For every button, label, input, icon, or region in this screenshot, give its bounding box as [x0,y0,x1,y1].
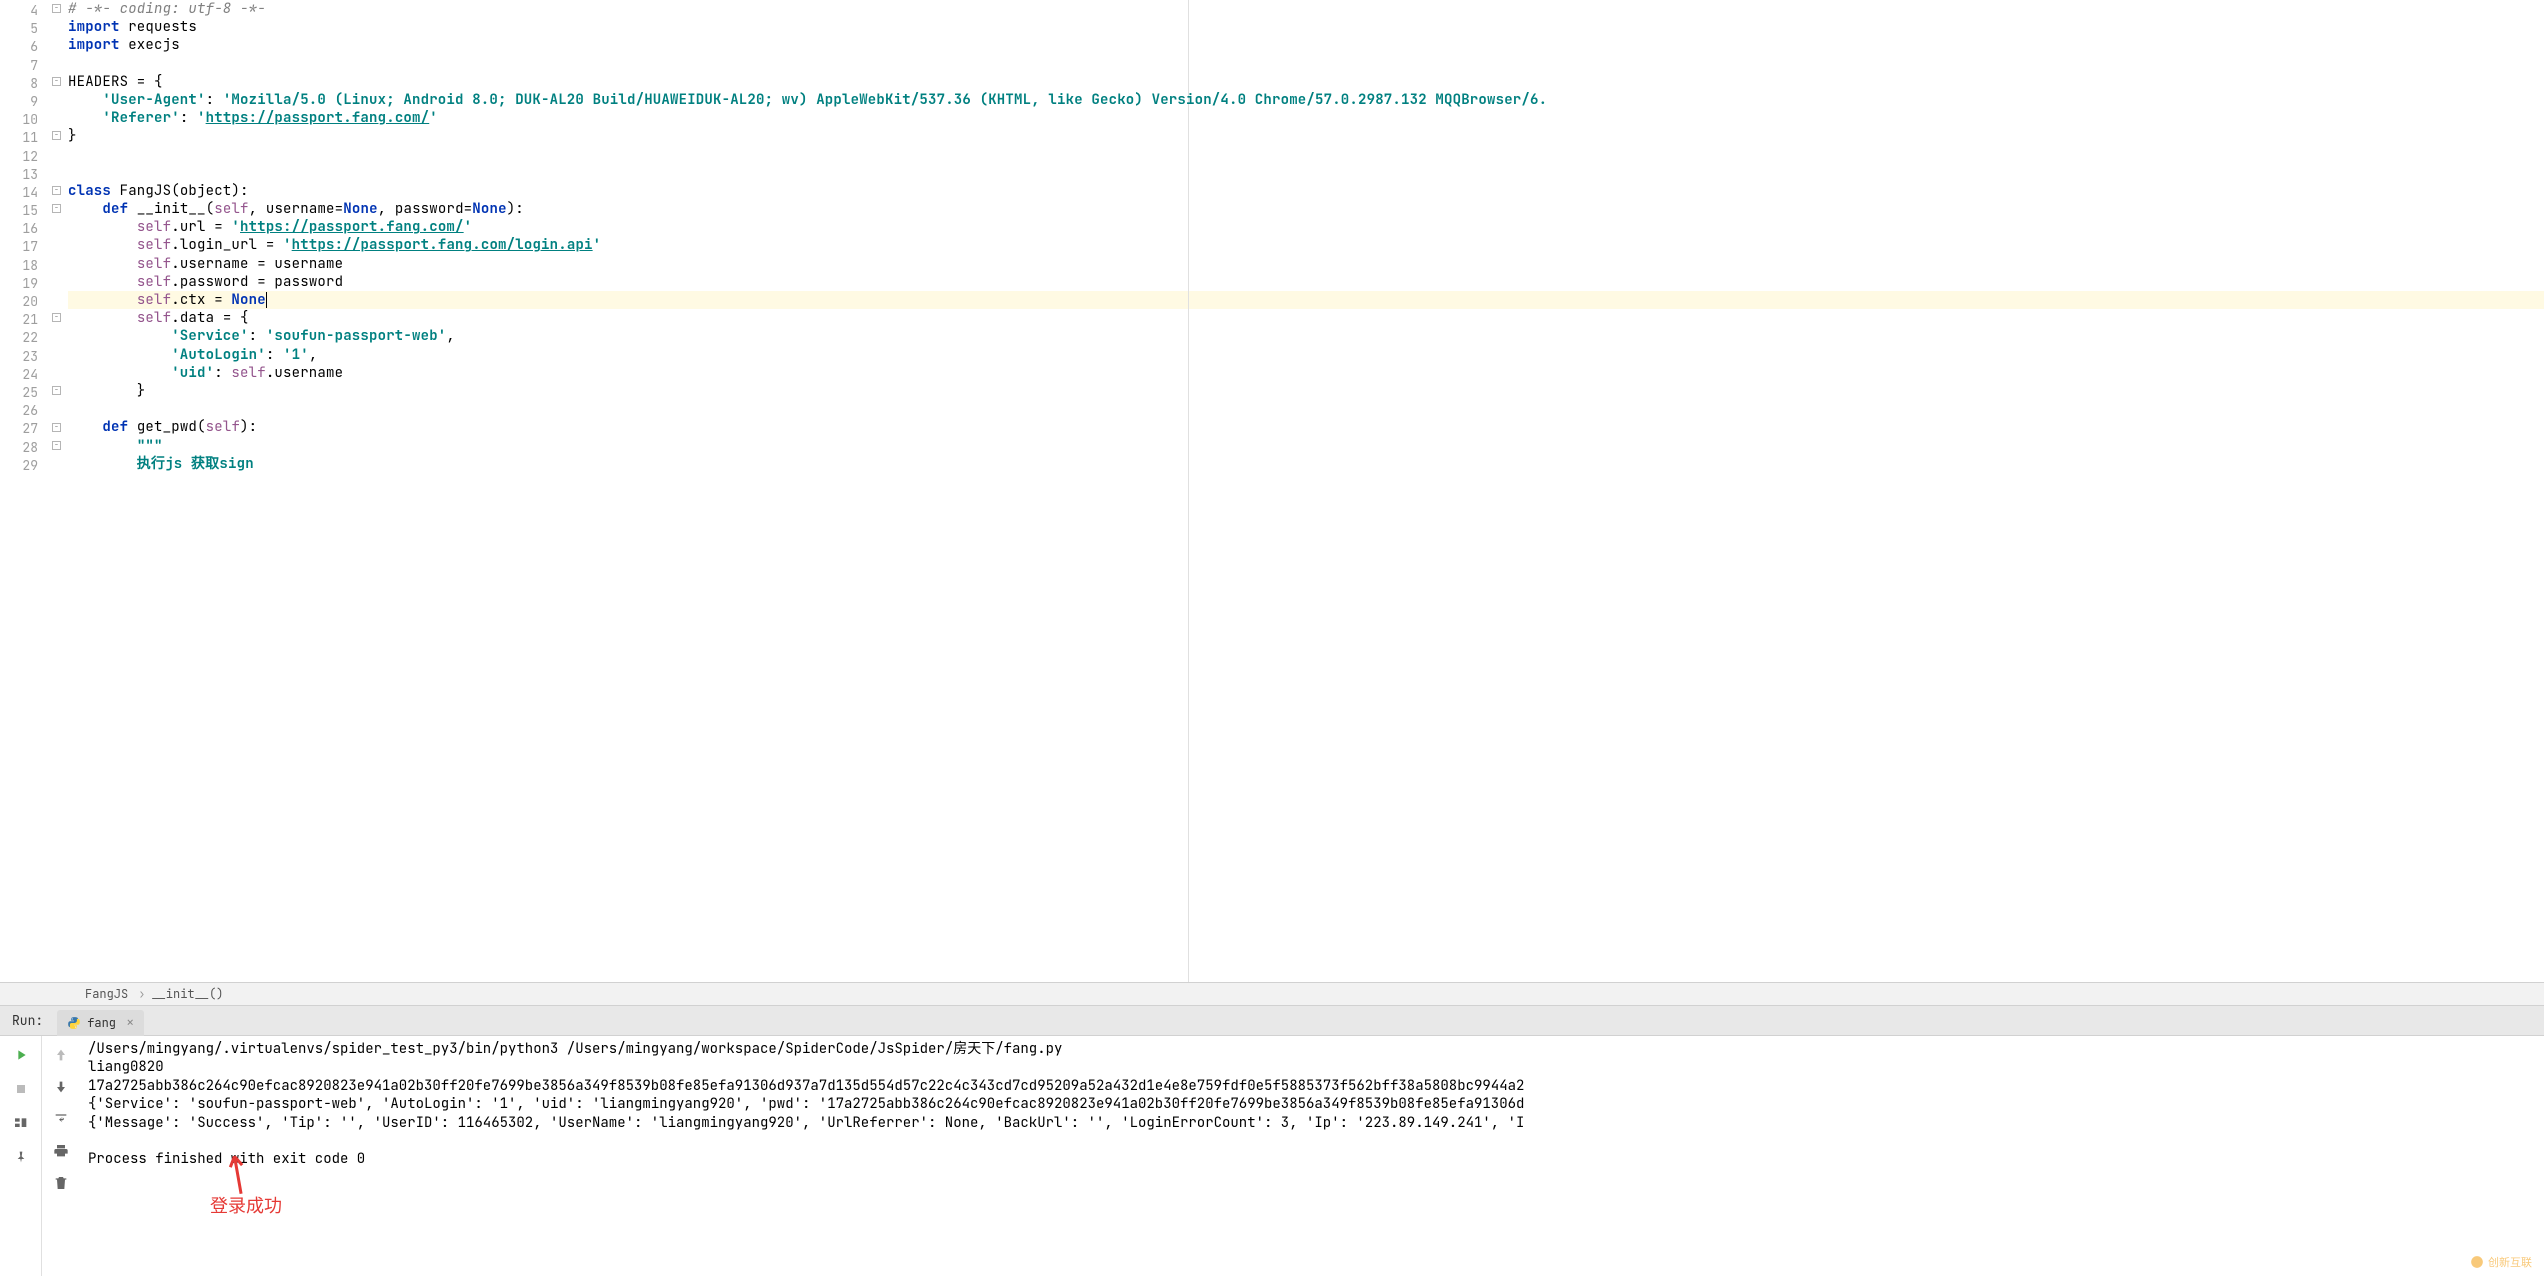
code-line[interactable]: HEADERS = { [68,73,2544,91]
console-line: liang0820 [88,1058,2536,1076]
run-tab[interactable]: fang × [57,1010,144,1036]
annotation-text: 登录成功 [210,1198,282,1216]
line-number-gutter: 4567891011121314151617181920212223242526… [0,0,50,982]
line-number: 24 [0,366,38,384]
code-editor[interactable]: 4567891011121314151617181920212223242526… [0,0,2544,982]
trash-icon[interactable] [50,1172,72,1194]
code-line[interactable]: 'User-Agent': 'Mozilla/5.0 (Linux; Andro… [68,91,2544,109]
run-toolwindow-header: Run: fang × [0,1006,2544,1036]
line-number: 15 [0,202,38,220]
line-number: 5 [0,20,38,38]
line-number: 7 [0,57,38,75]
code-line[interactable] [68,146,2544,164]
breadcrumb-separator: › [138,986,145,1002]
line-number: 14 [0,184,38,202]
soft-wrap-icon[interactable] [50,1108,72,1130]
line-number: 28 [0,439,38,457]
code-content[interactable]: # -*- coding: utf-8 -*-import requestsim… [68,0,2544,473]
line-number: 27 [0,420,38,438]
code-line[interactable]: self.data = { [68,309,2544,327]
console-line: Process finished with exit code 0 [88,1150,2536,1168]
code-line[interactable]: import execjs [68,36,2544,54]
fold-toggle[interactable]: − [52,423,61,432]
code-line[interactable]: } [68,127,2544,145]
print-icon[interactable] [50,1140,72,1162]
pin-button[interactable] [10,1146,32,1168]
run-toolwindow-body: /Users/mingyang/.virtualenvs/spider_test… [0,1036,2544,1276]
fold-toggle[interactable]: − [52,131,61,140]
breadcrumb[interactable]: FangJS › __init__() [0,982,2544,1006]
python-icon [67,1016,81,1030]
line-number: 26 [0,402,38,420]
run-tab-name: fang [87,1015,116,1031]
line-number: 8 [0,75,38,93]
fold-toggle[interactable]: − [52,204,61,213]
down-icon[interactable] [50,1076,72,1098]
line-number: 13 [0,166,38,184]
line-number: 12 [0,148,38,166]
fold-toggle[interactable]: − [52,186,61,195]
console-line [88,1132,2536,1150]
up-icon[interactable] [50,1044,72,1066]
fold-column[interactable]: − − − − − − − − − [50,0,68,982]
line-number: 17 [0,238,38,256]
close-icon[interactable]: × [126,1014,134,1032]
line-number: 4 [0,2,38,20]
code-line[interactable]: 'Referer': 'https://passport.fang.com/' [68,109,2544,127]
line-number: 29 [0,457,38,475]
fold-toggle[interactable]: − [52,4,61,13]
line-number: 23 [0,348,38,366]
line-number: 19 [0,275,38,293]
breadcrumb-item[interactable]: FangJS [85,986,128,1002]
rerun-button[interactable] [10,1044,32,1066]
code-line[interactable]: # -*- coding: utf-8 -*- [68,0,2544,18]
run-toolbar-secondary [42,1036,80,1276]
line-number: 11 [0,129,38,147]
code-line[interactable]: } [68,382,2544,400]
line-number: 25 [0,384,38,402]
line-number: 16 [0,220,38,238]
code-line[interactable]: self.password = password [68,273,2544,291]
console-line: {'Service': 'soufun-passport-web', 'Auto… [88,1095,2536,1113]
code-line[interactable]: 'Service': 'soufun-passport-web', [68,327,2544,345]
code-line[interactable]: self.url = 'https://passport.fang.com/' [68,218,2544,236]
code-line[interactable]: def __init__(self, username=None, passwo… [68,200,2544,218]
watermark: 创新互联 [2470,1254,2532,1270]
fold-toggle[interactable]: − [52,386,61,395]
stop-button[interactable] [10,1078,32,1100]
code-line[interactable]: import requests [68,18,2544,36]
line-number: 22 [0,329,38,347]
run-label: Run: [12,1012,43,1029]
fold-toggle[interactable]: − [52,313,61,322]
code-line[interactable] [68,400,2544,418]
code-line[interactable]: 执行js 获取sign [68,455,2544,473]
console-line: /Users/mingyang/.virtualenvs/spider_test… [88,1040,2536,1058]
console-line: {'Message': 'Success', 'Tip': '', 'UserI… [88,1114,2536,1132]
code-line[interactable]: def get_pwd(self): [68,418,2544,436]
line-number: 9 [0,93,38,111]
line-number: 18 [0,257,38,275]
line-number: 21 [0,311,38,329]
layout-button[interactable] [10,1112,32,1134]
line-number: 20 [0,293,38,311]
code-line[interactable]: class FangJS(object): [68,182,2544,200]
run-toolbar-primary [0,1036,42,1276]
breadcrumb-item[interactable]: __init__() [151,986,223,1002]
code-line[interactable] [68,55,2544,73]
code-line[interactable]: 'uid': self.username [68,364,2544,382]
code-line[interactable]: self.username = username [68,255,2544,273]
code-line[interactable]: self.ctx = None [68,291,2544,309]
code-line[interactable] [68,164,2544,182]
line-number: 10 [0,111,38,129]
fold-toggle[interactable]: − [52,77,61,86]
line-number: 6 [0,38,38,56]
code-line[interactable]: self.login_url = 'https://passport.fang.… [68,236,2544,254]
fold-toggle[interactable]: − [52,441,61,450]
code-line[interactable]: """ [68,437,2544,455]
console-line: 17a2725abb386c264c90efcac8920823e941a02b… [88,1077,2536,1095]
console-output[interactable]: /Users/mingyang/.virtualenvs/spider_test… [80,1036,2544,1276]
code-line[interactable]: 'AutoLogin': '1', [68,346,2544,364]
